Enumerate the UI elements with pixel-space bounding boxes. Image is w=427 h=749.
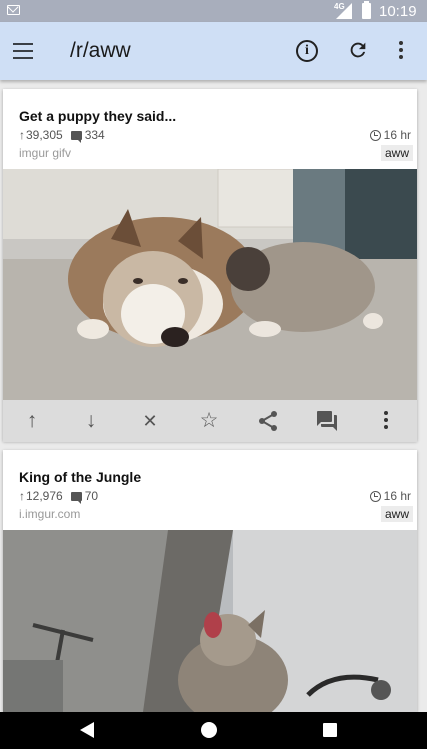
comment-count: 70 <box>84 489 99 503</box>
battery-icon <box>362 1 371 19</box>
post-stats: ↑ 39,305 334 <box>19 128 105 143</box>
post-time: 16 hr <box>369 128 411 142</box>
refresh-icon[interactable] <box>347 39 369 61</box>
post-title[interactable]: King of the Jungle <box>19 469 141 485</box>
info-icon[interactable]: i <box>296 40 318 62</box>
subreddit-title: /r/aww <box>70 39 131 62</box>
menu-icon[interactable] <box>13 43 33 59</box>
hide-button[interactable]: ✕ <box>137 409 163 433</box>
app-toolbar: /r/aww i <box>0 22 427 80</box>
subreddit-badge[interactable]: aww <box>380 145 413 161</box>
post-domain: i.imgur.com <box>19 507 81 521</box>
save-button[interactable]: ☆ <box>196 409 222 433</box>
post-more-button[interactable] <box>373 411 399 435</box>
comment-count-icon <box>70 491 82 504</box>
clock-icon <box>369 129 381 141</box>
back-icon[interactable] <box>80 722 94 738</box>
post-stats: ↑ 12,976 70 <box>19 489 99 504</box>
share-button[interactable] <box>255 409 281 433</box>
post-domain: imgur gifv <box>19 146 72 160</box>
upvote-count-icon: ↑ <box>19 128 25 142</box>
comment-count-icon <box>70 130 82 143</box>
post-card[interactable]: Get a puppy they said... ↑ 39,305 334 16… <box>3 89 417 442</box>
post-time: 16 hr <box>369 489 411 503</box>
system-nav-bar <box>0 712 427 749</box>
post-age: 16 hr <box>383 489 411 503</box>
mail-notification-icon <box>7 5 20 15</box>
upvote-count-icon: ↑ <box>19 489 25 503</box>
post-action-bar: ↑ ↓ ✕ ☆ <box>3 400 417 442</box>
downvote-button[interactable]: ↓ <box>78 409 104 433</box>
recents-icon[interactable] <box>323 723 337 737</box>
comments-button[interactable] <box>314 409 340 433</box>
post-thumbnail-image[interactable] <box>3 169 417 400</box>
clock-icon <box>369 490 381 502</box>
status-bar: 4G 10:19 <box>0 0 427 22</box>
upvote-count: 12,976 <box>26 489 63 503</box>
home-icon[interactable] <box>201 722 217 738</box>
upvote-button[interactable]: ↑ <box>19 409 45 433</box>
post-thumbnail-image[interactable] <box>3 530 417 712</box>
upvote-count: 39,305 <box>26 128 63 142</box>
post-age: 16 hr <box>383 128 411 142</box>
overflow-menu-icon[interactable] <box>395 41 407 63</box>
network-type: 4G <box>334 2 345 11</box>
status-time: 10:19 <box>379 3 417 20</box>
subreddit-badge[interactable]: aww <box>380 506 413 522</box>
comment-count: 334 <box>84 128 105 142</box>
post-title[interactable]: Get a puppy they said... <box>19 108 176 124</box>
post-card[interactable]: King of the Jungle ↑ 12,976 70 16 hr i.i… <box>3 450 417 712</box>
